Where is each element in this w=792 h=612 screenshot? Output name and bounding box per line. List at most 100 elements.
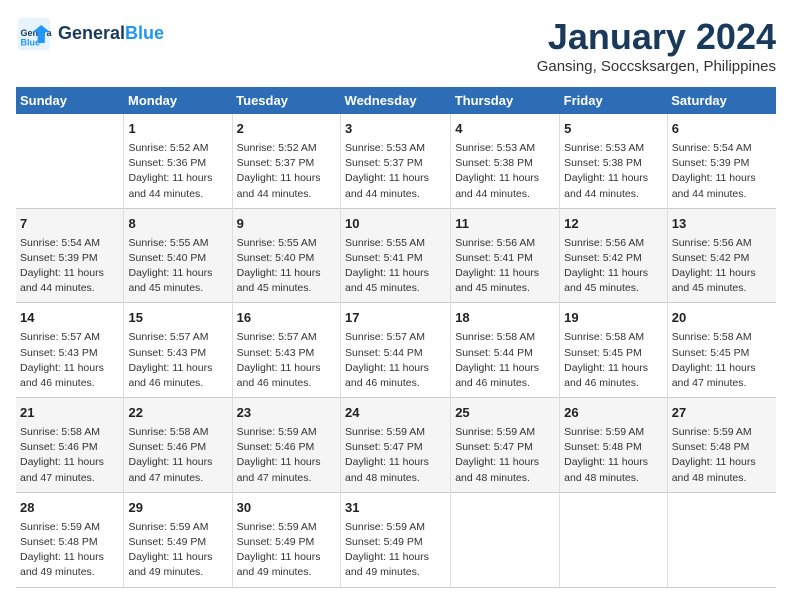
day-info-line: and 44 minutes. (20, 282, 95, 294)
day-info: Sunrise: 5:57 AMSunset: 5:43 PMDaylight:… (237, 330, 336, 391)
day-info-line: Daylight: 11 hours (128, 551, 212, 563)
day-number: 23 (237, 404, 336, 423)
day-info-line: and 48 minutes. (345, 472, 420, 484)
calendar-cell: 10Sunrise: 5:55 AMSunset: 5:41 PMDayligh… (341, 208, 451, 303)
day-number: 14 (20, 309, 119, 328)
calendar-cell: 2Sunrise: 5:52 AMSunset: 5:37 PMDaylight… (232, 114, 340, 208)
day-info-line: Sunset: 5:49 PM (128, 536, 206, 548)
day-info-line: Daylight: 11 hours (20, 267, 104, 279)
day-number: 16 (237, 309, 336, 328)
day-info-line: Sunrise: 5:56 AM (672, 237, 752, 249)
header-sunday: Sunday (16, 87, 124, 114)
calendar-cell: 26Sunrise: 5:59 AMSunset: 5:48 PMDayligh… (560, 398, 668, 493)
day-info-line: Sunset: 5:39 PM (20, 252, 98, 264)
day-info-line: Sunset: 5:49 PM (237, 536, 315, 548)
day-number: 15 (128, 309, 227, 328)
day-info-line: Sunset: 5:39 PM (672, 157, 750, 169)
day-info-line: Daylight: 11 hours (20, 551, 104, 563)
day-number: 21 (20, 404, 119, 423)
calendar-cell: 24Sunrise: 5:59 AMSunset: 5:47 PMDayligh… (341, 398, 451, 493)
day-info-line: Daylight: 11 hours (672, 456, 756, 468)
day-info-line: and 44 minutes. (455, 188, 530, 200)
calendar-week-row: 1Sunrise: 5:52 AMSunset: 5:36 PMDaylight… (16, 114, 776, 208)
day-info-line: Sunset: 5:43 PM (20, 347, 98, 359)
day-info-line: Sunrise: 5:59 AM (20, 521, 100, 533)
day-info-line: Daylight: 11 hours (564, 172, 648, 184)
calendar-cell: 8Sunrise: 5:55 AMSunset: 5:40 PMDaylight… (124, 208, 232, 303)
calendar-cell (667, 492, 776, 587)
day-number: 8 (128, 215, 227, 234)
day-info: Sunrise: 5:59 AMSunset: 5:48 PMDaylight:… (20, 520, 119, 581)
calendar-week-row: 7Sunrise: 5:54 AMSunset: 5:39 PMDaylight… (16, 208, 776, 303)
calendar-cell: 19Sunrise: 5:58 AMSunset: 5:45 PMDayligh… (560, 303, 668, 398)
calendar-cell: 21Sunrise: 5:58 AMSunset: 5:46 PMDayligh… (16, 398, 124, 493)
day-info-line: and 47 minutes. (20, 472, 95, 484)
logo-icon: General Blue (16, 16, 52, 52)
day-number: 20 (672, 309, 772, 328)
day-number: 24 (345, 404, 446, 423)
day-info-line: Daylight: 11 hours (20, 362, 104, 374)
calendar-cell: 1Sunrise: 5:52 AMSunset: 5:36 PMDaylight… (124, 114, 232, 208)
day-info-line: Sunset: 5:47 PM (345, 441, 423, 453)
day-info-line: Daylight: 11 hours (672, 172, 756, 184)
day-number: 13 (672, 215, 772, 234)
day-info-line: Sunrise: 5:59 AM (237, 521, 317, 533)
calendar-cell: 15Sunrise: 5:57 AMSunset: 5:43 PMDayligh… (124, 303, 232, 398)
day-info-line: Daylight: 11 hours (345, 362, 429, 374)
day-info-line: Sunrise: 5:52 AM (128, 142, 208, 154)
calendar-week-row: 21 Sunrise: 5:58 AMSunset: 5:46 PMDayligh… (16, 398, 776, 493)
calendar-cell: 16Sunrise: 5:57 AMSunset: 5:43 PMDayligh… (232, 303, 340, 398)
day-info: Sunrise: 5:58 AMSunset: 5:46 PMDaylight:… (128, 425, 227, 486)
day-info-line: Sunrise: 5:53 AM (455, 142, 535, 154)
day-info-line: and 47 minutes. (672, 377, 747, 389)
calendar-week-row: 14 Sunrise: 5:57 AM Sunset: 5:43 PM Dayligh… (16, 303, 776, 398)
day-info-line: Daylight: 11 hours (672, 267, 756, 279)
header-thursday: Thursday (451, 87, 560, 114)
day-info-line: Sunset: 5:44 PM (345, 347, 423, 359)
day-info-line: and 47 minutes. (237, 472, 312, 484)
day-info-line: Sunset: 5:36 PM (128, 157, 206, 169)
day-info-line: Sunset: 5:43 PM (237, 347, 315, 359)
day-info: Sunrise: 5:58 AMSunset: 5:45 PMDaylight:… (564, 330, 663, 391)
day-info-line: Sunrise: 5:53 AM (345, 142, 425, 154)
day-info-line: Sunrise: 5:54 AM (672, 142, 752, 154)
day-info-line: and 48 minutes. (455, 472, 530, 484)
day-info-line: and 46 minutes. (237, 377, 312, 389)
day-info-line: Sunset: 5:44 PM (455, 347, 533, 359)
day-info-line: and 47 minutes. (128, 472, 203, 484)
calendar-cell: 11Sunrise: 5:56 AMSunset: 5:41 PMDayligh… (451, 208, 560, 303)
day-info-line: and 45 minutes. (672, 282, 747, 294)
day-info-line: Sunset: 5:40 PM (237, 252, 315, 264)
day-number: 9 (237, 215, 336, 234)
day-info-line: and 45 minutes. (345, 282, 420, 294)
day-info-line: and 46 minutes. (564, 377, 639, 389)
page-header: General Blue GeneralBlue January 2024 Ga… (16, 16, 776, 75)
day-info-line: Sunset: 5:45 PM (564, 347, 642, 359)
day-info-line: and 44 minutes. (345, 188, 420, 200)
day-info: Sunrise: 5:53 AMSunset: 5:37 PMDaylight:… (345, 141, 446, 202)
day-info: Sunrise: 5:59 AMSunset: 5:48 PMDaylight:… (672, 425, 772, 486)
day-info: Sunrise: 5:52 AMSunset: 5:37 PMDaylight:… (237, 141, 336, 202)
day-info-line: Sunset: 5:46 PM (237, 441, 315, 453)
calendar-cell: 5Sunrise: 5:53 AMSunset: 5:38 PMDaylight… (560, 114, 668, 208)
calendar-cell: 17Sunrise: 5:57 AMSunset: 5:44 PMDayligh… (341, 303, 451, 398)
calendar-cell: 13 Sunrise: 5:56 AMSunset: 5:42 PMDayligh… (667, 208, 776, 303)
day-info-line: Sunrise: 5:57 AM (237, 331, 317, 343)
day-info-line: Sunrise: 5:59 AM (672, 426, 752, 438)
day-info-line: and 44 minutes. (128, 188, 203, 200)
day-info-line: Daylight: 11 hours (237, 172, 321, 184)
day-info-line: Daylight: 11 hours (672, 362, 756, 374)
day-info-line: Sunset: 5:41 PM (455, 252, 533, 264)
day-number: 18 (455, 309, 555, 328)
day-number: 10 (345, 215, 446, 234)
header-friday: Friday (560, 87, 668, 114)
day-number: 12 (564, 215, 663, 234)
day-info-line: Daylight: 11 hours (455, 456, 539, 468)
day-info-line: and 45 minutes. (237, 282, 312, 294)
day-info-line: Sunrise: 5:55 AM (237, 237, 317, 249)
day-info-line: Sunset: 5:38 PM (455, 157, 533, 169)
header-tuesday: Tuesday (232, 87, 340, 114)
day-info-line: Sunset: 5:40 PM (128, 252, 206, 264)
calendar-table: SundayMondayTuesdayWednesdayThursdayFrid… (16, 87, 776, 588)
day-info: Sunrise: 5:56 AMSunset: 5:42 PMDaylight:… (672, 236, 772, 297)
